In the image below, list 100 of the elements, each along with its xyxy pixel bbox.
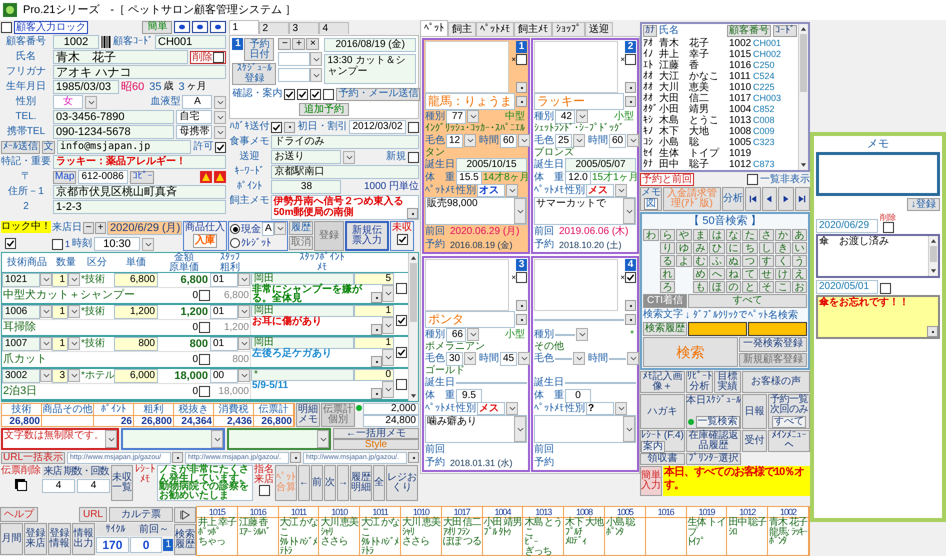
dropdown-button[interactable] bbox=[40, 337, 52, 350]
dropdown-field[interactable] bbox=[278, 52, 310, 66]
small-button[interactable] bbox=[927, 326, 938, 337]
tab[interactable]: 送迎 bbox=[585, 22, 613, 36]
new-slip-button[interactable]: 新規伝票入力 bbox=[345, 221, 389, 251]
copy-button[interactable]: ｺﾋﾟｰ bbox=[130, 170, 154, 184]
radio-button[interactable] bbox=[230, 224, 240, 234]
tab[interactable]: 2 bbox=[259, 22, 290, 34]
input-field[interactable]: 090-1234-5678 bbox=[53, 125, 174, 139]
checkbox[interactable] bbox=[284, 88, 296, 100]
tab[interactable]: ﾍﾟｯﾄ bbox=[420, 20, 448, 36]
checkbox[interactable] bbox=[882, 222, 894, 233]
input-field[interactable]: 4 bbox=[77, 479, 110, 493]
postcard-button[interactable]: ハガキ bbox=[640, 394, 685, 429]
nav-button[interactable]: レジおくり bbox=[386, 465, 418, 501]
add-reservation-button[interactable]: 追加予約 bbox=[299, 103, 350, 116]
dropdown-button[interactable] bbox=[576, 110, 588, 123]
reception-button[interactable]: 受付 bbox=[742, 430, 767, 452]
kana-key[interactable]: み bbox=[692, 242, 708, 254]
gender-field[interactable]: メス bbox=[586, 184, 614, 197]
scrollbar[interactable] bbox=[408, 253, 418, 401]
kana-key[interactable]: お bbox=[792, 281, 807, 293]
checkbox[interactable] bbox=[323, 88, 334, 100]
kana-key[interactable]: れ bbox=[660, 268, 675, 280]
code-sort-button[interactable]: ｺｰﾄﾞ bbox=[773, 25, 797, 37]
customer-row[interactable]: ｲﾉ 井上 幸子 1015 CH002 bbox=[643, 49, 797, 60]
input-field[interactable]: 6,000 bbox=[114, 369, 158, 383]
dot-button[interactable] bbox=[174, 21, 190, 33]
dropdown-button[interactable] bbox=[506, 184, 518, 197]
dropdown-button[interactable] bbox=[142, 238, 154, 250]
repeat-analysis-button[interactable]: ﾘﾋﾟｰﾄ分析 bbox=[686, 371, 713, 393]
kana-key[interactable]: よ bbox=[676, 255, 692, 267]
input-field[interactable]: 5 bbox=[354, 273, 394, 285]
checkbox[interactable] bbox=[516, 54, 527, 65]
kana-sort-button[interactable]: ｶﾅ bbox=[643, 25, 657, 37]
memo-box[interactable] bbox=[121, 428, 225, 450]
dot-button[interactable] bbox=[210, 21, 226, 33]
memo-input[interactable] bbox=[816, 152, 940, 196]
customer-row[interactable]: ｺｼ 小島 聡 1005 C323 bbox=[643, 137, 797, 148]
kana-key[interactable]: え bbox=[792, 268, 807, 280]
input-field[interactable]: 15.5 bbox=[456, 170, 482, 184]
customer-voice-button[interactable]: お客様の声 bbox=[742, 371, 810, 393]
customer-row[interactable]: ｾｲ 生体 トイプ 1019 bbox=[643, 148, 797, 159]
tab[interactable]: ｼｮｯﾌﾟ bbox=[552, 22, 585, 36]
schedule-card[interactable]: 1012 田中 聡子 ｼﾛ bbox=[727, 507, 768, 555]
dropdown-button[interactable] bbox=[310, 68, 322, 82]
checkbox[interactable] bbox=[199, 354, 210, 365]
dropdown-button[interactable] bbox=[382, 349, 394, 366]
input-field[interactable]: 2020/6/29 (月) bbox=[107, 221, 182, 235]
customer-row[interactable]: ﾀﾅ 田中 聡子 1012 C873 bbox=[643, 159, 797, 170]
input-field[interactable]: 01 bbox=[210, 337, 238, 351]
scrollbar[interactable] bbox=[928, 236, 938, 276]
schedule-card[interactable]: 1015 井上 幸子 ﾎﾟｯﾎﾟ ちゃっ bbox=[197, 507, 238, 555]
memo-box[interactable]: 文字数は無制限です。 bbox=[1, 428, 119, 450]
tab[interactable]: 3 bbox=[289, 22, 320, 34]
input-field[interactable]: 1002 bbox=[53, 35, 99, 49]
small-button[interactable] bbox=[371, 356, 382, 367]
kana-key[interactable]: ら bbox=[660, 229, 675, 241]
search-field[interactable] bbox=[688, 322, 747, 336]
step-button[interactable]: × bbox=[306, 38, 320, 50]
quick-entry-button[interactable]: 簡単入力 bbox=[640, 466, 662, 496]
mail-button[interactable]: ﾒｰﾙ送信 bbox=[1, 140, 40, 154]
kana-key[interactable]: け bbox=[775, 268, 790, 280]
kana-key[interactable]: か bbox=[775, 229, 790, 241]
checkbox[interactable] bbox=[516, 272, 527, 283]
dropdown-button[interactable] bbox=[68, 305, 80, 318]
input-field[interactable]: 1-2-3 bbox=[53, 200, 226, 214]
kana-key[interactable]: た bbox=[742, 229, 758, 241]
kana-key[interactable]: る bbox=[660, 255, 675, 267]
schedule-card[interactable]: 1010 大川 恵美 ｼｬﾘ ささら bbox=[319, 507, 360, 555]
input-field[interactable]: 13:30 カット＆シャンプー bbox=[324, 54, 416, 84]
pet-memo-box[interactable]: サマーカットで bbox=[534, 197, 636, 225]
tab[interactable]: ﾍﾟｯﾄﾒﾓ bbox=[476, 22, 514, 36]
schedule-card[interactable]: 1016 bbox=[646, 507, 687, 555]
footer-button[interactable]: 登録来店 bbox=[24, 523, 47, 555]
stock-check-button[interactable]: 在庫確認返品履歴 bbox=[686, 430, 741, 452]
map-button[interactable]: Map bbox=[53, 170, 76, 184]
input-field[interactable]: 1 bbox=[354, 305, 394, 317]
dropdown-button[interactable] bbox=[627, 352, 639, 365]
input-field[interactable]: 03-3456-7890 bbox=[53, 110, 174, 124]
checkbox[interactable] bbox=[880, 283, 891, 294]
kana-key[interactable]: ほ bbox=[709, 281, 724, 293]
dropdown-button[interactable] bbox=[615, 402, 627, 415]
dropdown-button[interactable] bbox=[310, 52, 322, 66]
first-button[interactable] bbox=[745, 187, 760, 211]
input-field[interactable]: info@msjapan.jp bbox=[57, 140, 192, 154]
guide-button[interactable]: 案内 bbox=[641, 441, 665, 453]
kana-key[interactable]: に bbox=[726, 242, 741, 254]
checkbox[interactable] bbox=[396, 314, 406, 326]
input-field[interactable]: 38 bbox=[271, 180, 342, 194]
search-field[interactable] bbox=[748, 322, 807, 336]
input-field[interactable]: 1 bbox=[354, 337, 394, 349]
small-button[interactable] bbox=[371, 388, 382, 399]
schedule-card[interactable]: 1011 大江 かなこ ﾀﾙ ﾄﾄ ﾊｼﾞﾒ ﾃﾄﾗ bbox=[278, 507, 320, 555]
input-field[interactable]: 1006 bbox=[2, 305, 40, 319]
scroll-thumb[interactable] bbox=[930, 246, 937, 262]
input-field[interactable]: 2012/03/02 bbox=[349, 120, 406, 134]
small-button[interactable] bbox=[408, 452, 420, 463]
input-field[interactable]: 45 bbox=[500, 352, 517, 366]
checkbox[interactable] bbox=[199, 290, 210, 301]
